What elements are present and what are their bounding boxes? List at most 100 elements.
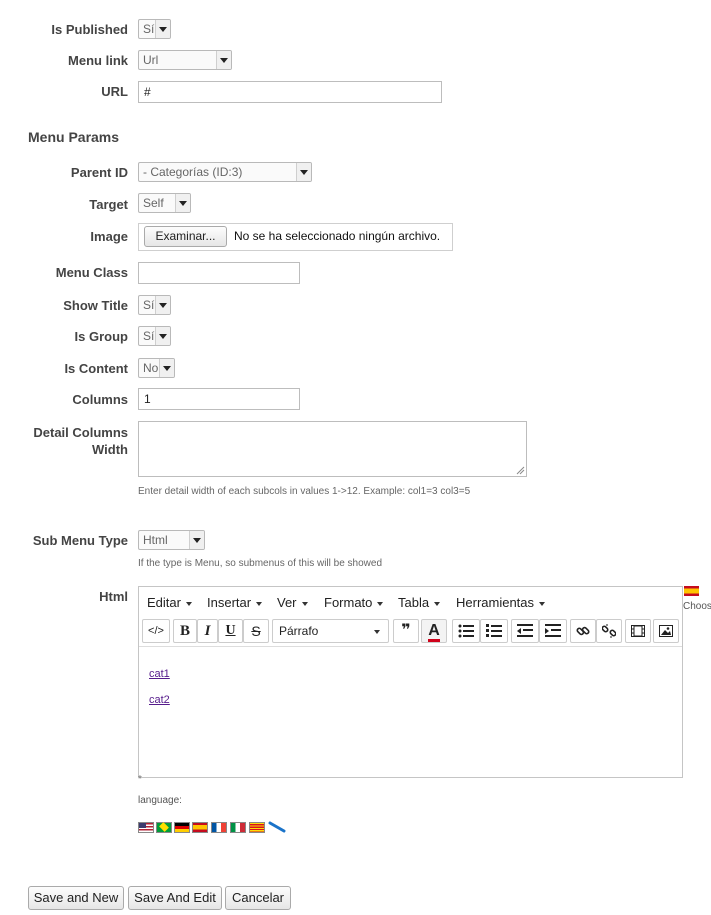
bullet-list-glyph: [458, 624, 474, 638]
menu-insertar[interactable]: Insertar: [207, 595, 262, 610]
browse-button[interactable]: Examinar...: [144, 226, 227, 247]
is-published-value: Sí: [143, 22, 155, 36]
numbered-list-icon[interactable]: [480, 619, 508, 643]
image-glyph: [659, 625, 673, 637]
chevron-down-icon: [189, 531, 204, 549]
menu-link-value: Url: [143, 53, 159, 67]
spain-flag-icon[interactable]: [192, 822, 208, 833]
sub-menu-type-select[interactable]: Html: [138, 530, 205, 550]
menu-ver[interactable]: Ver: [277, 595, 308, 610]
brazil-flag-icon[interactable]: [156, 822, 172, 833]
chevron-down-icon: [155, 296, 170, 314]
chevron-down-icon: [296, 163, 311, 181]
link-flag-icon[interactable]: [268, 820, 286, 834]
save-and-edit-button[interactable]: Save And Edit: [128, 886, 222, 910]
outdent-glyph: [517, 624, 533, 637]
bullet-list-icon[interactable]: [452, 619, 480, 643]
france-flag-icon[interactable]: [211, 822, 227, 833]
code-icon[interactable]: </>: [142, 619, 170, 643]
italic-icon[interactable]: I: [197, 619, 218, 643]
format-value: Párrafo: [279, 624, 319, 638]
text-color-glyph: A: [428, 622, 440, 642]
spanish-flag-icon[interactable]: [684, 586, 699, 596]
html-editor[interactable]: Editar Insertar Ver Formato Tabla Herram…: [138, 586, 683, 778]
is-group-select[interactable]: Sí: [138, 326, 171, 346]
link-glyph: [576, 626, 590, 636]
menu-link-label: Menu link: [68, 53, 128, 68]
menu-class-input[interactable]: [138, 262, 300, 284]
is-content-value: No: [143, 361, 159, 375]
media-icon[interactable]: [625, 619, 651, 643]
media-glyph: [631, 625, 645, 637]
save-and-new-button[interactable]: Save and New: [28, 886, 124, 910]
is-content-select[interactable]: No: [138, 358, 175, 378]
detail-columns-hint: Enter detail width of each subcols in va…: [138, 486, 471, 497]
is-group-label: Is Group: [74, 329, 128, 344]
strikethrough-icon[interactable]: S: [243, 619, 269, 643]
menu-herramientas[interactable]: Herramientas: [456, 595, 545, 610]
germany-flag-icon[interactable]: [174, 822, 190, 833]
resize-handle-icon[interactable]: [516, 466, 525, 475]
detail-columns-label-line2: Width: [92, 442, 128, 457]
menu-class-label: Menu Class: [55, 265, 128, 280]
content-link-cat1[interactable]: cat1: [149, 668, 170, 680]
is-content-label: Is Content: [64, 361, 128, 376]
text-color-icon[interactable]: A: [421, 619, 447, 643]
us-flag-icon[interactable]: [138, 822, 154, 833]
bold-icon[interactable]: B: [173, 619, 197, 643]
parent-id-value: - Categorías (ID:3): [143, 165, 243, 179]
parent-id-label: Parent ID: [70, 165, 128, 180]
blockquote-icon[interactable]: ❞: [393, 619, 419, 643]
outdent-icon[interactable]: [511, 619, 539, 643]
sub-menu-type-value: Html: [143, 533, 168, 547]
show-title-value: Sí: [143, 298, 155, 312]
chevron-down-icon: [216, 51, 231, 69]
menu-params-heading: Menu Params: [28, 129, 120, 145]
chevron-down-icon: [374, 630, 380, 634]
unlink-glyph: [601, 624, 617, 638]
is-group-value: Sí: [143, 329, 155, 343]
menu-editar[interactable]: Editar: [147, 595, 192, 610]
is-published-select[interactable]: Sí: [138, 19, 171, 39]
url-input[interactable]: #: [138, 81, 442, 103]
menu-formato[interactable]: Formato: [324, 595, 383, 610]
underline-icon[interactable]: U: [218, 619, 243, 643]
columns-label: Columns: [72, 392, 128, 407]
image-file-input[interactable]: Examinar... No se ha seleccionado ningún…: [138, 223, 453, 251]
editor-status-mark: *: [138, 774, 142, 785]
italy-flag-icon[interactable]: [230, 822, 246, 833]
catalonia-flag-icon[interactable]: [249, 822, 265, 833]
format-select[interactable]: Párrafo: [272, 619, 389, 643]
target-label: Target: [89, 197, 128, 212]
toolbar-divider: [139, 646, 682, 647]
link-icon[interactable]: [570, 619, 596, 643]
menu-link-select[interactable]: Url: [138, 50, 232, 70]
image-icon[interactable]: [653, 619, 679, 643]
numbered-list-glyph: [486, 624, 502, 637]
chevron-down-icon: [159, 359, 174, 377]
language-label: language:: [138, 795, 182, 806]
parent-id-select[interactable]: - Categorías (ID:3): [138, 162, 312, 182]
indent-icon[interactable]: [539, 619, 567, 643]
target-select[interactable]: Self: [138, 193, 191, 213]
unlink-icon[interactable]: [596, 619, 622, 643]
is-published-label: Is Published: [51, 22, 128, 37]
show-title-select[interactable]: Sí: [138, 295, 171, 315]
chevron-down-icon: [155, 20, 170, 38]
detail-columns-label-line1: Detail Columns: [33, 425, 128, 440]
image-label: Image: [90, 229, 128, 244]
show-title-label: Show Title: [63, 298, 128, 313]
target-value: Self: [143, 196, 164, 210]
sub-menu-type-label: Sub Menu Type: [32, 533, 128, 548]
sub-menu-type-hint: If the type is Menu, so submenus of this…: [138, 558, 383, 569]
url-label: URL: [101, 84, 128, 99]
file-status-text: No se ha seleccionado ningún archivo.: [234, 229, 441, 243]
chevron-down-icon: [155, 327, 170, 345]
menu-tabla[interactable]: Tabla: [398, 595, 440, 610]
content-link-cat2[interactable]: cat2: [149, 694, 170, 706]
cancel-button[interactable]: Cancelar: [225, 886, 291, 910]
columns-input[interactable]: 1: [138, 388, 300, 410]
html-label: Html: [99, 589, 128, 604]
detail-columns-textarea[interactable]: [138, 421, 527, 477]
language-choose-text[interactable]: Choos: [683, 601, 711, 612]
